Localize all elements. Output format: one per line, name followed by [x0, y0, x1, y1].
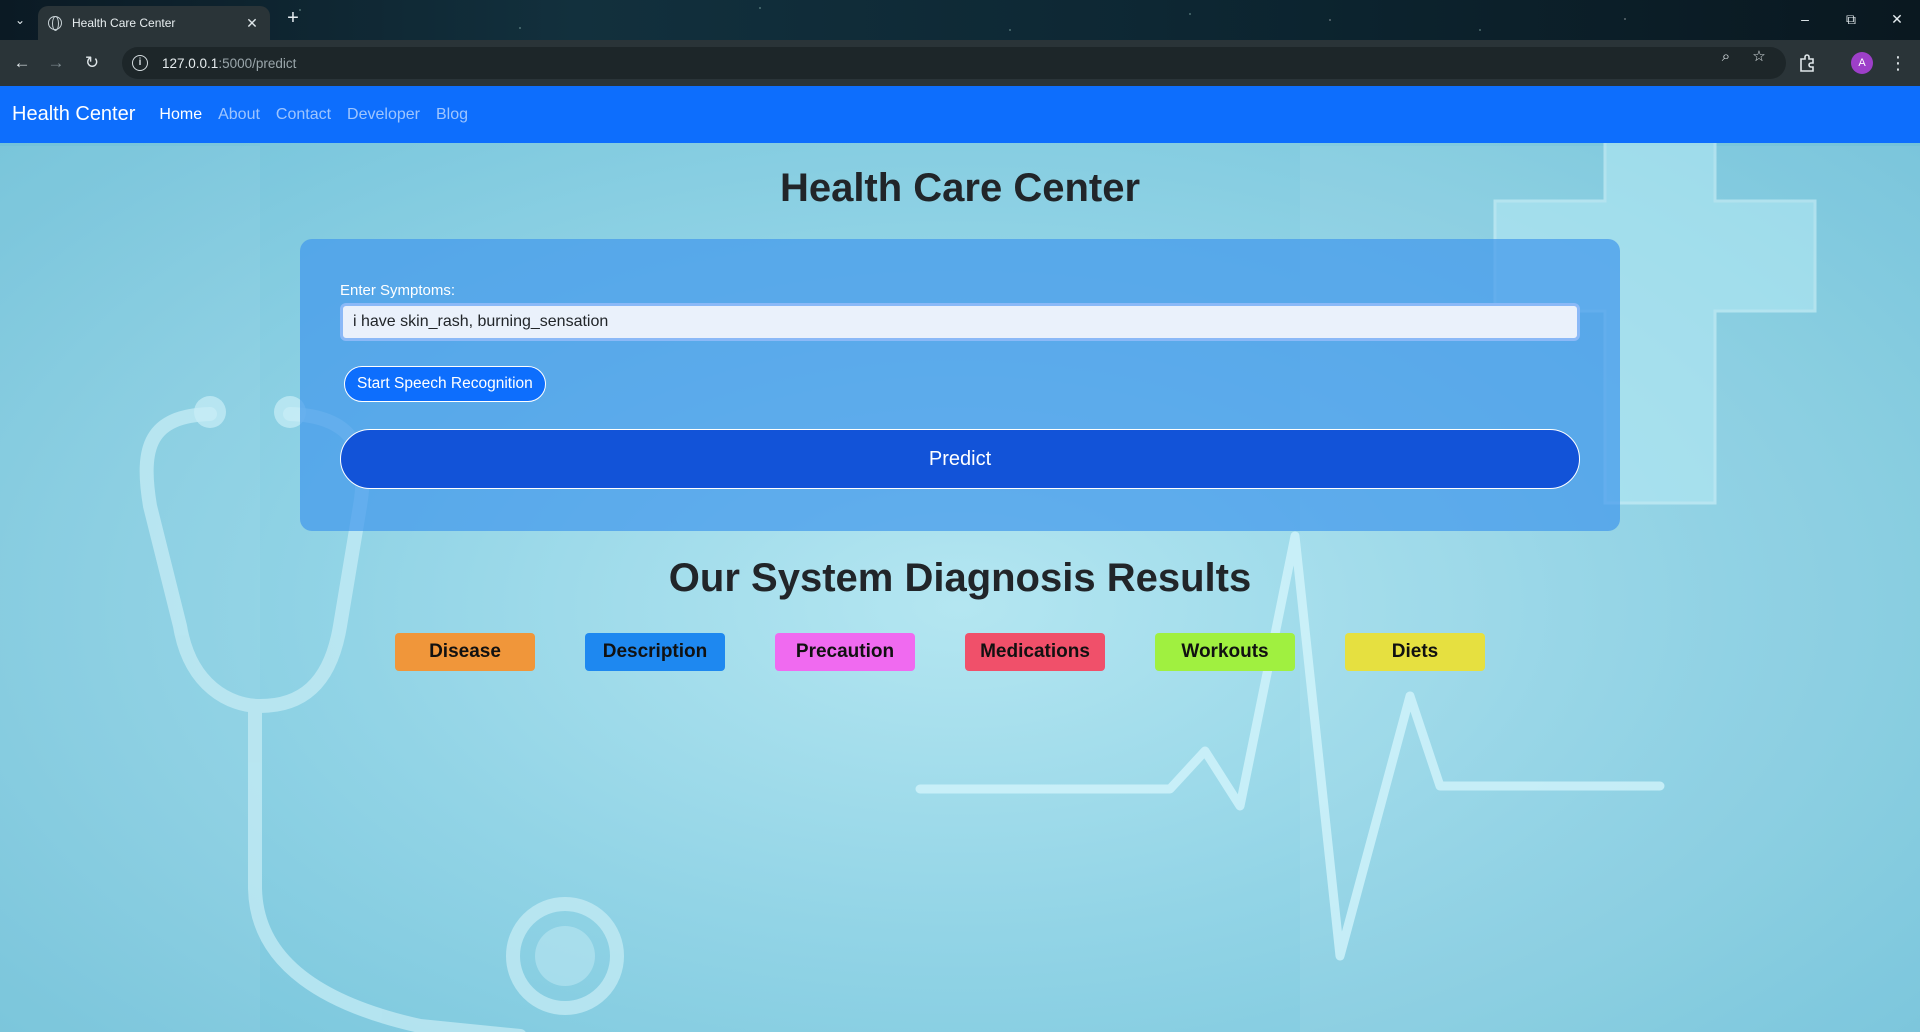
page-title: Health Care Center: [779, 166, 1141, 210]
forward-arrow-icon[interactable]: →: [44, 51, 68, 75]
browser-menu-icon[interactable]: ⋮: [1886, 51, 1910, 75]
nav-link-blog[interactable]: Blog: [436, 106, 468, 124]
bookmark-star-icon[interactable]: ☆: [1748, 46, 1770, 68]
site-navbar: Health Center Home About Contact Develop…: [0, 86, 1920, 143]
stethoscope-earpiece-left: [194, 396, 226, 428]
description-button[interactable]: Description: [585, 633, 725, 671]
tab-search-chevron-icon[interactable]: ⌄: [8, 8, 32, 32]
restore-window-icon[interactable]: ⧉: [1836, 8, 1866, 30]
symptoms-input[interactable]: [340, 303, 1580, 341]
globe-icon: [48, 16, 62, 31]
nav-link-home[interactable]: Home: [159, 106, 202, 124]
page-viewport: Health Center Home About Contact Develop…: [0, 86, 1920, 1032]
symptoms-label: Enter Symptoms:: [340, 282, 456, 299]
reload-icon[interactable]: ↻: [80, 51, 104, 75]
profile-avatar[interactable]: A: [1851, 52, 1873, 74]
nav-links: Home About Contact Developer Blog: [159, 106, 484, 124]
minimize-icon[interactable]: –: [1790, 8, 1820, 30]
nav-link-contact[interactable]: Contact: [276, 106, 331, 124]
close-tab-icon[interactable]: ✕: [244, 15, 260, 32]
start-speech-recognition-button[interactable]: Start Speech Recognition: [344, 366, 546, 402]
url-host: 127.0.0.1: [162, 55, 219, 71]
back-arrow-icon[interactable]: ←: [10, 51, 34, 75]
url-text[interactable]: 127.0.0.1:5000/predict: [162, 56, 296, 71]
navbar-brand[interactable]: Health Center: [12, 103, 135, 126]
nav-link-about[interactable]: About: [218, 106, 260, 124]
nav-link-developer[interactable]: Developer: [347, 106, 420, 124]
disease-button[interactable]: Disease: [395, 633, 535, 671]
close-window-icon[interactable]: ✕: [1882, 8, 1912, 30]
site-info-icon[interactable]: i: [132, 55, 148, 71]
browser-tab[interactable]: Health Care Center ✕: [38, 6, 270, 40]
results-title: Our System Diagnosis Results: [668, 556, 1252, 600]
zoom-icon[interactable]: ⌕: [1715, 46, 1737, 68]
precaution-button[interactable]: Precaution: [775, 633, 915, 671]
extensions-puzzle-icon[interactable]: [1796, 51, 1820, 75]
browser-tab-strip: ⌄ Health Care Center ✕ + – ⧉ ✕: [0, 0, 1920, 40]
address-bar[interactable]: i 127.0.0.1:5000/predict: [122, 47, 1786, 79]
medications-button[interactable]: Medications: [965, 633, 1105, 671]
workouts-button[interactable]: Workouts: [1155, 633, 1295, 671]
predict-button[interactable]: Predict: [340, 429, 1580, 489]
diets-button[interactable]: Diets: [1345, 633, 1485, 671]
new-tab-plus-icon[interactable]: +: [282, 8, 304, 30]
browser-toolbar: ← → ↻ i 127.0.0.1:5000/predict ⌕ ☆ A ⋮: [0, 40, 1920, 86]
symptom-form-card: Enter Symptoms: Start Speech Recognition…: [300, 239, 1620, 531]
url-path: :5000/predict: [218, 55, 297, 71]
tab-title: Health Care Center: [72, 16, 176, 30]
stethoscope-chestpiece: [535, 926, 595, 986]
